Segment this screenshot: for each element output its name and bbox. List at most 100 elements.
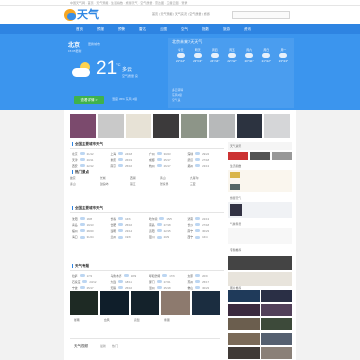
city-weather-item[interactable]: 北京 21/12 xyxy=(72,151,107,156)
nav-item[interactable]: 指数 xyxy=(202,24,209,34)
city-weather-item[interactable]: 济南 22/13 xyxy=(188,216,223,221)
city-weather-item[interactable]: 西宁 16/4 xyxy=(188,235,223,240)
nav-item[interactable]: 资讯 xyxy=(244,24,251,34)
hot-spot-link[interactable]: 黄山 xyxy=(160,176,190,181)
hot-spot-link[interactable]: 西湖 xyxy=(130,176,160,181)
sidebar-card[interactable] xyxy=(228,228,292,244)
city-weather-item[interactable]: 苏州 25/17 xyxy=(188,279,223,284)
search-input[interactable] xyxy=(232,11,290,19)
city-weather-item[interactable]: 重庆 26/19 xyxy=(111,157,146,162)
city-weather-item[interactable]: 南昌 27/18 xyxy=(149,222,184,227)
forecast-day[interactable]: 明天 23°/13° xyxy=(189,48,206,63)
city-weather-item[interactable]: 兰州 19/8 xyxy=(111,235,146,240)
city-weather-item[interactable]: 长沙 27/18 xyxy=(188,222,223,227)
city-weather-item[interactable]: 哈尔滨 15/5 xyxy=(149,216,184,221)
news-photo[interactable] xyxy=(97,114,124,138)
feature-label[interactable]: 高温 xyxy=(134,318,140,322)
sidebar-photo[interactable] xyxy=(228,332,260,345)
news-photo[interactable] xyxy=(181,114,207,138)
city-weather-item[interactable]: 南宁 30/23 xyxy=(188,228,223,233)
feature-photo[interactable] xyxy=(130,291,160,315)
sidebar-photo[interactable] xyxy=(260,346,292,359)
feature-photo[interactable] xyxy=(191,291,221,315)
forecast-day[interactable]: 周六 20°/11° xyxy=(241,48,258,63)
news-photo[interactable] xyxy=(264,114,290,138)
tab-popular[interactable]: 热门 xyxy=(112,344,118,348)
city-weather-item[interactable]: 乌鲁木齐 18/9 xyxy=(111,273,146,278)
news-photo[interactable] xyxy=(125,114,152,138)
sidebar-thumb[interactable] xyxy=(230,172,240,178)
sidebar-thumb[interactable] xyxy=(230,204,242,216)
tab-latest[interactable]: 最新 xyxy=(100,344,106,348)
nav-item[interactable]: 旅游 xyxy=(223,24,230,34)
sidebar-photo[interactable] xyxy=(228,346,260,359)
city-weather-item[interactable]: 武汉 27/18 xyxy=(188,157,223,162)
city-name[interactable]: 北京 xyxy=(68,40,80,49)
city-weather-item[interactable]: 宁波 25/17 xyxy=(72,285,107,290)
feature-label[interactable]: 寒潮 xyxy=(164,318,170,322)
hot-spot-link[interactable]: 故宫 xyxy=(70,176,100,181)
city-weather-item[interactable]: 南京 25/16 xyxy=(111,163,146,168)
city-weather-item[interactable]: 海口 31/24 xyxy=(72,235,107,240)
nav-item[interactable]: 雷达 xyxy=(139,24,146,34)
sidebar-thumb[interactable] xyxy=(272,152,292,160)
change-city-link[interactable]: 更换城市 xyxy=(88,42,100,46)
forecast-day[interactable]: 今天 21°/12° xyxy=(172,48,189,63)
logo[interactable]: 天气 xyxy=(64,8,102,22)
city-weather-item[interactable]: 深圳 29/24 xyxy=(188,151,223,156)
nav-item[interactable]: 空气 xyxy=(181,24,188,34)
city-weather-item[interactable]: 佛山 30/23 xyxy=(188,285,223,290)
hot-spot-link[interactable]: 长城 xyxy=(100,176,130,181)
nav-item[interactable]: 云图 xyxy=(160,24,167,34)
nav-item[interactable]: 预报 xyxy=(97,24,104,34)
feature-label[interactable]: 台风 xyxy=(104,318,110,322)
nav-item[interactable]: 首页 xyxy=(76,24,83,34)
sidebar-photo[interactable] xyxy=(260,304,292,317)
sidebar-photo[interactable] xyxy=(260,332,292,345)
forecast-day[interactable]: 周五 22°/12° xyxy=(223,48,240,63)
feature-label[interactable]: 暴雨 xyxy=(74,318,80,322)
feature-photo[interactable] xyxy=(161,291,190,315)
city-weather-item[interactable]: 拉萨 17/3 xyxy=(72,273,107,278)
feature-photo[interactable] xyxy=(100,291,129,315)
city-weather-item[interactable]: 合肥 25/16 xyxy=(111,222,146,227)
sidebar-link[interactable]: 气象科普 xyxy=(230,222,241,226)
forecast-day[interactable]: 周一 23°/13° xyxy=(275,48,292,63)
header-links[interactable]: 首页 | 天气预报 | 天气实况 | 空气质量 | 旅游 xyxy=(152,12,210,16)
city-weather-item[interactable]: 杭州 26/17 xyxy=(149,163,184,168)
sidebar-photo[interactable] xyxy=(228,304,260,317)
city-weather-item[interactable]: 成都 25/17 xyxy=(149,157,184,162)
city-weather-item[interactable]: 天津 20/11 xyxy=(72,157,107,162)
city-weather-item[interactable]: 沈阳 18/8 xyxy=(72,216,107,221)
city-weather-item[interactable]: 福州 28/20 xyxy=(72,228,107,233)
hot-spot-link[interactable]: 泰山 xyxy=(70,182,100,187)
sidebar-link[interactable]: 生活指数 xyxy=(230,164,241,168)
hot-spot-link[interactable]: 鼓浪屿 xyxy=(100,182,130,187)
news-photo[interactable] xyxy=(70,114,96,138)
city-weather-item[interactable]: 无锡 25/16 xyxy=(111,285,146,290)
sidebar-link[interactable]: 专题推荐 xyxy=(230,248,241,252)
city-weather-item[interactable]: 温州 25/18 xyxy=(149,285,184,290)
city-weather-item[interactable]: 上海 24/18 xyxy=(111,151,146,156)
hot-spot-link[interactable]: 张家界 xyxy=(160,182,190,187)
sidebar-thumb[interactable] xyxy=(228,152,248,160)
city-weather-item[interactable]: 长春 16/6 xyxy=(111,216,146,221)
hot-spot-link[interactable]: 丽江 xyxy=(130,182,160,187)
city-weather-item[interactable]: 银川 20/9 xyxy=(149,235,184,240)
city-weather-item[interactable]: 广州 30/23 xyxy=(149,151,184,156)
sidebar-banner[interactable] xyxy=(228,272,292,286)
forecast-day[interactable]: 周四 24°/14° xyxy=(206,48,223,63)
sidebar-photo[interactable] xyxy=(228,318,260,331)
city-weather-item[interactable]: 贵阳 22/15 xyxy=(149,228,184,233)
details-button[interactable]: 查看详情 > xyxy=(74,96,104,104)
news-photo[interactable] xyxy=(236,114,263,138)
city-weather-item[interactable]: 郑州 23/13 xyxy=(188,163,223,168)
sidebar-photo[interactable] xyxy=(260,290,292,302)
hot-spot-link[interactable]: 九寨沟 xyxy=(190,176,220,181)
city-weather-item[interactable]: 大连 18/11 xyxy=(111,279,146,284)
city-weather-item[interactable]: 西安 22/12 xyxy=(72,163,107,168)
city-weather-item[interactable]: 昆明 23/14 xyxy=(111,228,146,233)
sidebar-banner[interactable] xyxy=(228,256,292,270)
city-weather-item[interactable]: 石家庄 23/12 xyxy=(72,279,107,284)
sidebar-link[interactable]: 旅游天气 xyxy=(230,196,241,200)
